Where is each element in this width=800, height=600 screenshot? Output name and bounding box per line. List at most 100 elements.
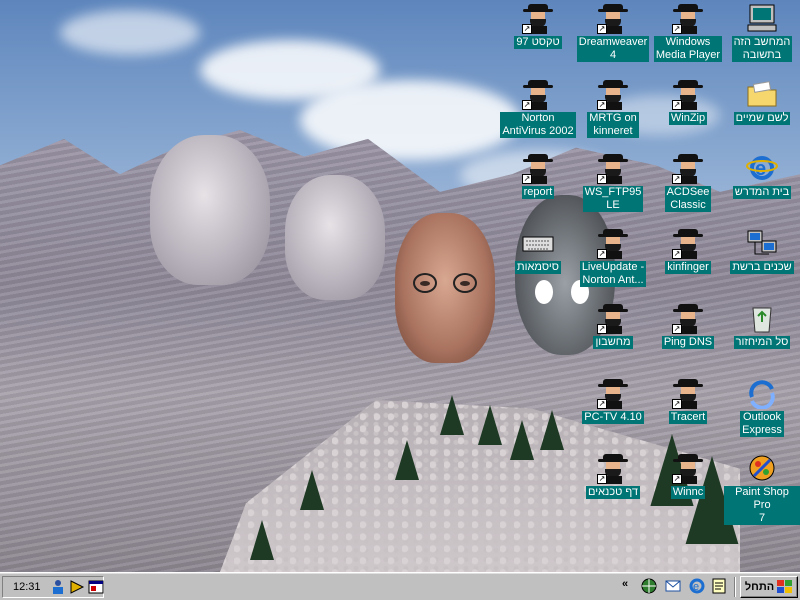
desktop[interactable]: המחשב הזה בתשובה ↗ Windows Media Player ↗ Dr…	[0, 0, 800, 572]
cloud	[60, 10, 200, 55]
man-icon: ↗	[672, 2, 704, 34]
desktop-icon-label: מחשבון	[593, 336, 633, 349]
psp-icon	[746, 452, 778, 484]
desktop-icon-label: Norton AntiVirus 2002	[500, 112, 576, 138]
desktop-icon-label: Dreamweaver 4	[576, 36, 650, 62]
desktop-icon-label: LiveUpdate - Norton Ant...	[579, 261, 647, 287]
wallpaper-carved-face	[150, 135, 270, 285]
desktop-icon-report[interactable]: ↗ report	[500, 152, 576, 199]
desktop-icon-label: סל המיחזור	[733, 336, 791, 349]
outlook-icon	[746, 377, 778, 410]
windows-logo-icon	[777, 580, 793, 594]
clock[interactable]: 12:31	[7, 581, 47, 593]
cloud	[300, 80, 520, 160]
man-icon: ↗	[672, 302, 704, 334]
wallpaper-tree	[300, 470, 324, 510]
wallpaper-photo-face	[395, 213, 495, 363]
man-icon: ↗	[597, 227, 629, 259]
system-tray: 12:31	[2, 576, 104, 598]
arrow-icon[interactable]	[69, 579, 85, 595]
desktop-icon-label: Tracert	[668, 411, 708, 424]
desktop-icon-kinfinger[interactable]: ↗ kinfinger	[650, 227, 726, 274]
wallpaper-tree	[250, 520, 274, 560]
user-icon[interactable]	[50, 579, 66, 595]
desktop-icon-label: בית המדרש	[732, 186, 792, 199]
wallpaper-tree	[540, 410, 564, 450]
man-icon: ↗	[522, 2, 554, 34]
desktop-icon-ws-ftp[interactable]: ↗ WS_FTP95 LE	[575, 152, 651, 212]
desktop-icon-label: Winnc	[670, 486, 706, 499]
desktop-icon-label: ACDSee Classic	[664, 186, 712, 212]
network-globe-icon[interactable]	[640, 577, 658, 595]
start-label: התחל	[744, 581, 775, 593]
desktop-icon-label: Ping DNS	[661, 336, 715, 349]
chevron-icon[interactable]: «	[622, 578, 628, 590]
man-icon: ↗	[522, 78, 554, 110]
desktop-icon-label: המחשב הזה בתשובה	[731, 36, 793, 62]
desktop-icon-paint-shop-pro[interactable]: Paint Shop Pro 7	[724, 452, 800, 525]
man-icon: ↗	[597, 2, 629, 34]
desktop-icon-windows-media-player[interactable]: ↗ Windows Media Player	[650, 2, 726, 62]
notepad-icon[interactable]	[710, 577, 728, 595]
desktop-icon-label: שכנים ברשת	[730, 261, 794, 274]
desktop-icon-outlook-express[interactable]: Outlook Express	[724, 377, 800, 437]
start-button[interactable]: התחל	[740, 576, 798, 598]
recycle-icon	[746, 302, 778, 334]
desktop-icon-label: WS_FTP95 LE	[582, 186, 644, 212]
desktop-icon-winnc[interactable]: ↗ Winnc	[650, 452, 726, 499]
ie-icon: e	[746, 152, 778, 184]
man-icon: ↗	[672, 78, 704, 110]
desktop-icon-acdsee[interactable]: ↗ ACDSee Classic	[650, 152, 726, 212]
svg-text:e: e	[693, 581, 699, 593]
desktop-icon-text97[interactable]: ↗ טקסט 97	[500, 2, 576, 49]
man-icon: ↗	[672, 152, 704, 184]
desktop-icon-calculator[interactable]: ↗ מחשבון	[575, 302, 651, 349]
desktop-icon-label: kinfinger	[665, 261, 711, 274]
desktop-icon-pc-tv[interactable]: ↗ PC-TV 4.10	[575, 377, 651, 424]
man-icon: ↗	[672, 452, 704, 484]
wallpaper-tree	[440, 395, 464, 435]
desktop-icon-label: לשם שמיים	[733, 112, 791, 125]
desktop-icon-label: Outlook Express	[740, 411, 784, 437]
man-icon: ↗	[597, 452, 629, 484]
desktop-icon-label: סיסמאות	[515, 261, 561, 274]
desktop-icon-label: MRTG on kinneret	[587, 112, 639, 138]
wallpaper-tree	[395, 440, 419, 480]
taskbar: 12:31 « e התחל	[0, 572, 800, 600]
desktop-icon-label: דף טכנאים	[586, 486, 640, 499]
computer-icon	[746, 2, 778, 34]
man-icon: ↗	[597, 152, 629, 184]
desktop-icon-label: report	[521, 186, 555, 199]
desktop-icon-mrtg[interactable]: ↗ MRTG on kinneret	[575, 78, 651, 138]
desktop-icon-liveupdate[interactable]: ↗ LiveUpdate - Norton Ant...	[575, 227, 651, 287]
desktop-icon-dreamweaver[interactable]: ↗ Dreamweaver 4	[575, 2, 651, 62]
desktop-icon-label: WinZip	[668, 112, 708, 125]
outlook-icon[interactable]	[664, 577, 682, 595]
desktop-icon-internet-explorer[interactable]: e בית המדרש	[724, 152, 800, 199]
man-icon: ↗	[672, 227, 704, 259]
desktop-icon-keyboard[interactable]: סיסמאות	[500, 227, 576, 274]
desktop-icon-label: Windows Media Player	[653, 36, 723, 62]
man-icon: ↗	[672, 377, 704, 409]
desktop-icon-winzip[interactable]: ↗ WinZip	[650, 78, 726, 125]
man-icon: ↗	[597, 302, 629, 334]
window-icon[interactable]	[88, 579, 104, 595]
wallpaper-tree	[510, 420, 534, 460]
keyboard-icon	[522, 227, 554, 259]
desktop-icon-recycle-folder[interactable]: לשם שמיים	[724, 78, 800, 125]
desktop-icon-network-neighborhood[interactable]: שכנים ברשת	[724, 227, 800, 274]
desktop-icon-teachers-page[interactable]: ↗ דף טכנאים	[575, 452, 651, 499]
desktop-icon-norton-antivirus[interactable]: ↗ Norton AntiVirus 2002	[500, 78, 576, 138]
man-icon: ↗	[597, 377, 629, 409]
desktop-icon-ping-dns[interactable]: ↗ Ping DNS	[650, 302, 726, 349]
wallpaper-tree	[478, 405, 502, 445]
man-icon: ↗	[522, 152, 554, 184]
man-icon: ↗	[597, 78, 629, 110]
wallpaper-carved-face	[285, 175, 385, 300]
desktop-icon-recycle-bin[interactable]: סל המיחזור	[724, 302, 800, 349]
desktop-icon-my-computer[interactable]: המחשב הזה בתשובה	[724, 2, 800, 62]
taskbar-separator	[734, 577, 736, 597]
desktop-icon-tracert[interactable]: ↗ Tracert	[650, 377, 726, 424]
ie-icon[interactable]: e	[688, 577, 706, 595]
desktop-icon-label: PC-TV 4.10	[582, 411, 644, 424]
